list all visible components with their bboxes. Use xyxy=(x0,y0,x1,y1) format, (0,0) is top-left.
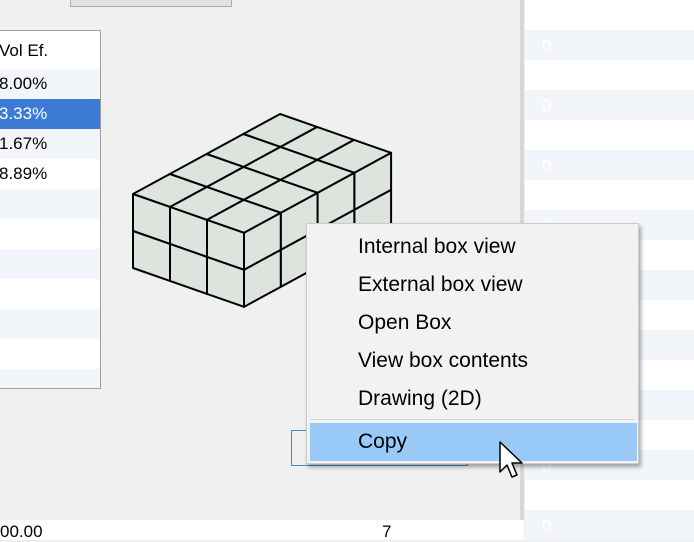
grid-cell: 0 xyxy=(542,156,552,175)
grid-row[interactable]: 0 xyxy=(525,90,694,120)
grid-row[interactable] xyxy=(525,120,694,150)
grid-row[interactable] xyxy=(525,480,694,510)
menu-item-view-box-contents[interactable]: View box contents xyxy=(307,342,638,380)
mouse-cursor-icon xyxy=(499,441,523,478)
grid-row[interactable] xyxy=(525,0,694,30)
grid-row[interactable] xyxy=(525,180,694,210)
context-menu[interactable]: Internal box view External box view Open… xyxy=(306,223,639,464)
menu-item-label: View box contents xyxy=(358,349,529,372)
menu-item-open-box[interactable]: Open Box xyxy=(307,304,638,342)
grid-cell: 0 xyxy=(542,516,552,535)
menu-separator xyxy=(310,419,635,420)
bottom-left-value: 00.00 xyxy=(0,522,43,541)
menu-item-label: External box view xyxy=(358,273,523,296)
grid-row[interactable]: 0 xyxy=(525,150,694,180)
menu-item-label: Copy xyxy=(358,430,408,453)
menu-item-internal-box-view[interactable]: Internal box view xyxy=(307,228,638,266)
grid-cell: 0 xyxy=(542,36,552,55)
menu-item-drawing-2d[interactable]: Drawing (2D) xyxy=(307,380,638,418)
grid-row[interactable]: 0 xyxy=(525,30,694,60)
menu-item-external-box-view[interactable]: External box view xyxy=(307,266,638,304)
grid-row[interactable]: 0 xyxy=(525,510,694,540)
menu-item-label: Internal box view xyxy=(358,235,516,258)
menu-item-label: Open Box xyxy=(358,311,452,334)
bottom-right-value: 7 xyxy=(382,522,392,541)
grid-row[interactable] xyxy=(525,60,694,90)
menu-item-copy[interactable]: Copy xyxy=(310,423,637,461)
grid-cell: 0 xyxy=(542,96,552,115)
menu-item-label: Drawing (2D) xyxy=(358,387,482,410)
status-strip: 00.00 7 xyxy=(0,520,524,541)
